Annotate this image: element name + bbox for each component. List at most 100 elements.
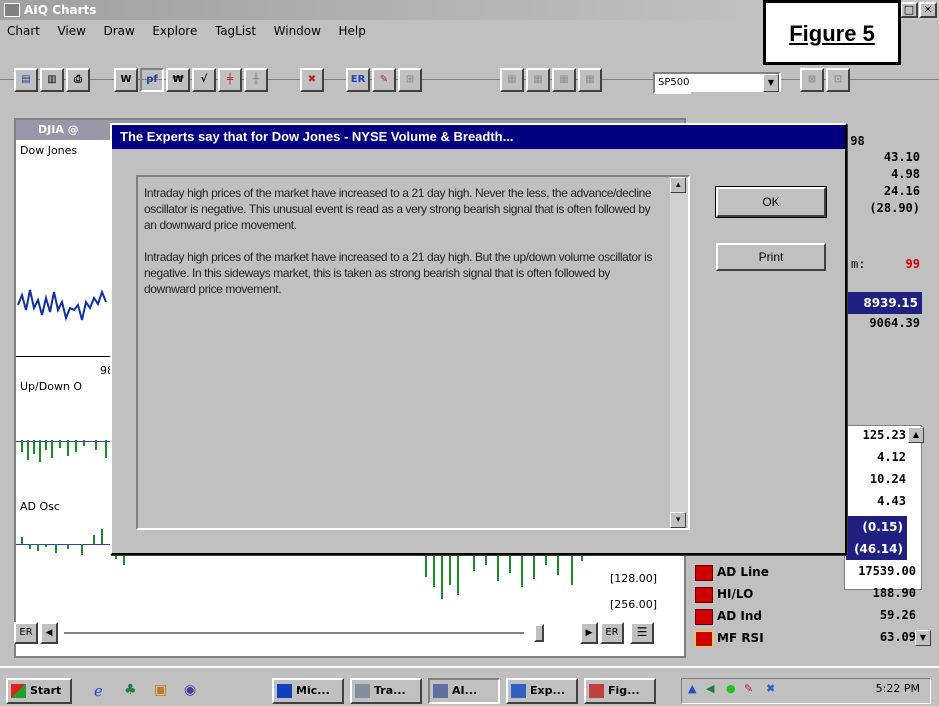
list-value: 125.23 (862, 428, 906, 442)
app-icon (277, 684, 292, 698)
indicator-row-ad-ind[interactable]: AD Ind (695, 606, 845, 628)
channel-icon[interactable]: ◉ (184, 682, 196, 698)
symbol-value: SP500 (658, 77, 690, 88)
app-icon (511, 684, 526, 698)
axis-line (16, 356, 116, 357)
ok-button[interactable]: OK (715, 186, 827, 218)
scroll-down-icon[interactable]: ▼ (915, 630, 931, 646)
system-tray: ▲ ◀ ● ✎ ✖ 5:22 PM (681, 678, 931, 704)
dialog-paragraph: Intraday high prices of the market have … (144, 250, 653, 296)
indicator-value: 63.09 (879, 630, 916, 644)
task-exp[interactable]: Exp... (506, 678, 578, 704)
tray-status-icon[interactable]: ● (726, 682, 736, 695)
scale-label: [256.00] (610, 598, 658, 611)
taskbar: Start ℯ ♣ ▣ ◉ Mic... Tra... AI... Exp...… (0, 666, 939, 706)
indicator-value: 17539.00 (858, 564, 916, 578)
dialog-title: The Experts say that for Dow Jones - NYS… (112, 125, 845, 149)
task-fig[interactable]: Fig... (584, 678, 656, 704)
chevron-down-icon[interactable]: ▼ (763, 74, 779, 92)
tile2-icon[interactable]: ▦ (526, 68, 550, 92)
er-icon[interactable]: ER (346, 68, 370, 92)
nav1-icon[interactable]: ⊠ (800, 68, 824, 92)
close-button[interactable]: ✕ (919, 2, 937, 18)
weekly-icon[interactable]: W (114, 68, 138, 92)
line-icon[interactable]: √ (192, 68, 216, 92)
scroll-right-icon[interactable]: ▶ (580, 622, 598, 644)
print-button[interactable]: Print (716, 243, 826, 271)
print-icon[interactable]: ⎙ (66, 68, 90, 92)
indicator-row-hi-lo[interactable]: HI/LO (695, 584, 845, 606)
start-button[interactable]: Start (6, 678, 72, 704)
menu-view[interactable]: View (50, 20, 92, 42)
scroll-left-icon[interactable]: ◀ (40, 622, 58, 644)
building-icon[interactable]: ▥ (40, 68, 64, 92)
clock: 5:22 PM (875, 682, 920, 695)
menu-taglist[interactable]: TagList (208, 20, 263, 42)
menu-explore[interactable]: Explore (145, 20, 204, 42)
tray-speaker-icon[interactable]: ◀ (706, 682, 714, 695)
tile3-icon[interactable]: ▦ (552, 68, 576, 92)
menu-help[interactable]: Help (331, 20, 372, 42)
chart-label-adosc: AD Osc (20, 500, 60, 513)
indicator-value: 59.26 (879, 608, 916, 622)
scroll-down-icon[interactable]: ▼ (670, 512, 686, 528)
task-tra[interactable]: Tra... (350, 678, 422, 704)
scroll-up-icon[interactable]: ▲ (908, 427, 924, 443)
tile4-icon[interactable]: ▦ (578, 68, 602, 92)
app-icon (355, 684, 370, 698)
selected-value: (46.14) (846, 538, 907, 560)
tray-network-icon[interactable]: ▲ (688, 682, 696, 695)
dialog-scrollbar[interactable]: ▲ ▼ (670, 177, 688, 528)
status-square-icon (695, 564, 713, 581)
menu-draw[interactable]: Draw (96, 20, 141, 42)
price-bars (17, 289, 107, 322)
pf-icon[interactable]: pf (140, 68, 164, 92)
status-square-icon (695, 608, 713, 625)
er-value: 99 (905, 257, 920, 271)
symbol-select[interactable]: SP500 ▼ (653, 72, 781, 94)
quick-launch: ℯ ♣ ▣ ◉ (88, 678, 248, 704)
tray-tool-icon[interactable]: ✖ (766, 682, 775, 695)
tools-icon[interactable]: ✖ (300, 68, 324, 92)
windows-logo-icon (11, 684, 26, 698)
maximize-button[interactable]: □ (900, 2, 918, 18)
er-right-button[interactable]: ER (600, 622, 624, 644)
scroll-up-icon[interactable]: ▲ (670, 177, 686, 193)
menu-lines-icon[interactable]: ☰ (630, 622, 654, 644)
selected-value: 8939.15 (846, 292, 922, 314)
indicator-row-ad-line[interactable]: AD Line (695, 562, 845, 584)
folder-icon[interactable]: ▣ (154, 682, 167, 698)
pencil-icon[interactable]: ✎ (372, 68, 396, 92)
scale-label: [128.00] (610, 572, 658, 585)
scroll-track[interactable] (64, 632, 524, 634)
list-value: 4.43 (877, 494, 906, 508)
er-left-button[interactable]: ER (14, 622, 38, 644)
task-ai[interactable]: AI... (428, 678, 500, 704)
panel-value: 9064.39 (869, 316, 920, 330)
candle-icon[interactable]: ╪ (218, 68, 242, 92)
zoom-icon[interactable]: ⊞ (398, 68, 422, 92)
chart-scroll-bar[interactable]: ER ◀ ▶ ER ☰ (14, 622, 686, 646)
menu-window[interactable]: Window (267, 20, 328, 42)
status-square-icon (695, 630, 713, 647)
indicator-value: 188.90 (872, 586, 916, 600)
dialog-message-box[interactable]: Intraday high prices of the market have … (136, 175, 690, 530)
indicator-row-mf-rsi[interactable]: MF RSI (695, 628, 845, 650)
panel-value: 4.98 (891, 167, 920, 181)
scroll-thumb[interactable] (534, 624, 544, 642)
tile1-icon[interactable]: ▦ (500, 68, 524, 92)
app-icon (4, 3, 20, 17)
tray-app-icon[interactable]: ✎ (744, 682, 753, 695)
nav2-icon[interactable]: ⊡ (826, 68, 850, 92)
network-icon[interactable]: ♣ (124, 682, 137, 698)
task-mic[interactable]: Mic... (272, 678, 344, 704)
hlc-icon[interactable]: ₩ (166, 68, 190, 92)
menu-chart[interactable]: Chart (0, 20, 47, 42)
panel-value: 24.16 (883, 184, 920, 198)
chart-icon[interactable]: ▤ (14, 68, 38, 92)
chart-label-updown: Up/Down O (20, 380, 83, 393)
bar-icon[interactable]: ╫ (244, 68, 268, 92)
panel-value: 43.10 (883, 150, 920, 164)
ie-icon[interactable]: ℯ (94, 682, 103, 700)
list-value: 4.12 (877, 450, 906, 464)
